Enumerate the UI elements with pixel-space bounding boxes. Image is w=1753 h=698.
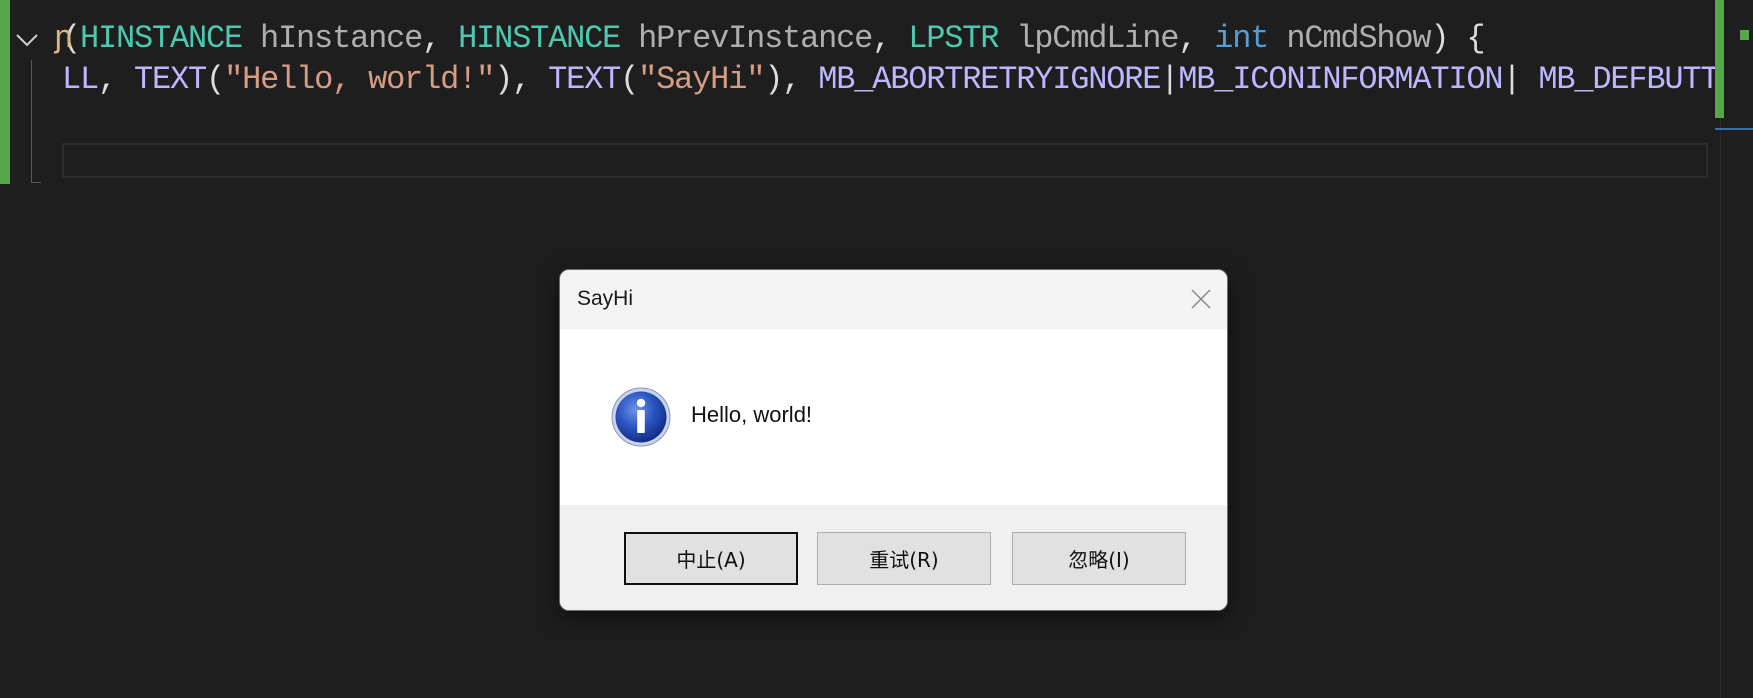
messagebox-dialog: SayHi Hello, world! 中止(A) 重试(R) 忽略(I) xyxy=(559,269,1228,611)
current-line-highlight[interactable] xyxy=(62,143,1708,178)
code-token: nCmdShow xyxy=(1268,20,1431,57)
dialog-titlebar[interactable]: SayHi xyxy=(560,270,1227,329)
code-token: MB_ABORTRETRYIGNORE xyxy=(818,61,1161,98)
code-token: | xyxy=(1502,61,1539,98)
close-button[interactable] xyxy=(1179,280,1223,318)
code-line-2-tokens: LL, TEXT("Hello, world!"), TEXT("SayHi")… xyxy=(62,61,1753,98)
dialog-button-area: 中止(A) 重试(R) 忽略(I) xyxy=(560,505,1227,610)
code-token: ), xyxy=(764,61,819,98)
code-token: ), xyxy=(494,61,549,98)
code-token: HINSTANCE xyxy=(458,20,621,57)
code-token: LPSTR xyxy=(908,20,999,57)
code-token: MB_ICONINFORMATION xyxy=(1178,61,1503,98)
code-token: TEXT xyxy=(134,61,207,98)
code-token: , xyxy=(872,20,909,57)
code-token: , xyxy=(422,20,459,57)
code-token: , xyxy=(1178,20,1215,57)
code-token: ( xyxy=(206,61,225,98)
code-line-messagebox-call[interactable]: LL, TEXT("Hello, world!"), TEXT("SayHi")… xyxy=(62,60,1753,100)
information-icon xyxy=(610,386,672,448)
code-line-1-tokens: (HINSTANCE hInstance, HINSTANCE hPrevIns… xyxy=(62,20,1486,57)
code-token: lpCmdLine xyxy=(998,20,1179,57)
chevron-down-icon[interactable] xyxy=(14,26,40,52)
code-token: | xyxy=(1160,61,1179,98)
code-token: HINSTANCE xyxy=(80,20,243,57)
retry-button[interactable]: 重试(R) xyxy=(817,532,991,585)
vertical-scrollbar[interactable] xyxy=(1720,0,1753,698)
fold-guide xyxy=(31,60,41,183)
code-token: int xyxy=(1214,20,1269,57)
scrollbar-change-marker xyxy=(1715,0,1724,118)
dialog-message: Hello, world! xyxy=(691,402,813,427)
code-token: ) { xyxy=(1430,20,1485,57)
code-token: , xyxy=(98,61,135,98)
close-icon xyxy=(1191,289,1211,309)
code-token: LL xyxy=(62,61,99,98)
code-token: "SayHi" xyxy=(638,61,765,98)
code-line-winmain-signature[interactable]: ɲ (HINSTANCE hInstance, HINSTANCE hPrevIn… xyxy=(54,19,1486,59)
code-token: ( xyxy=(620,61,639,98)
code-token: "Hello, world!" xyxy=(224,61,495,98)
dialog-title: SayHi xyxy=(577,287,634,310)
code-fragment: ɲ xyxy=(54,20,73,57)
abort-button[interactable]: 中止(A) xyxy=(624,532,798,585)
scrollbar-caret-marker xyxy=(1715,128,1753,130)
dialog-content: Hello, world! xyxy=(560,329,1227,505)
code-token: TEXT xyxy=(548,61,621,98)
scrollbar-change-marker xyxy=(1740,30,1749,40)
code-token: hInstance xyxy=(242,20,423,57)
code-token: hPrevInstance xyxy=(620,20,873,57)
change-tracking-bar xyxy=(0,0,10,184)
ignore-button[interactable]: 忽略(I) xyxy=(1012,532,1186,585)
